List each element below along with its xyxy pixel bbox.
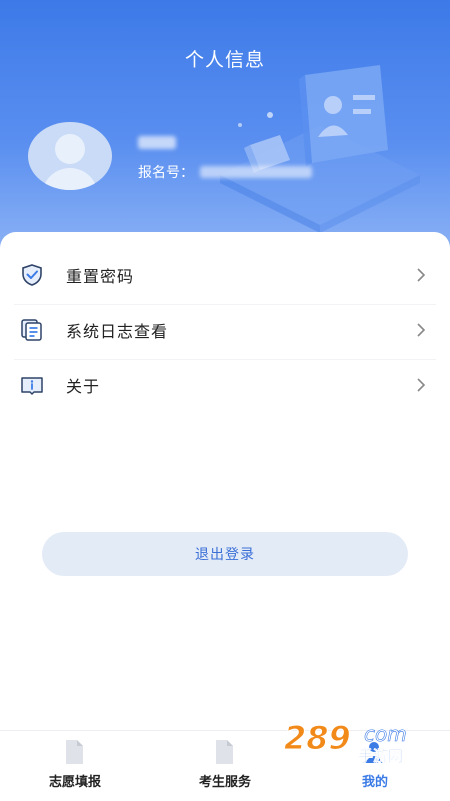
site-watermark-logo: 289 com 手游网 bbox=[284, 719, 408, 766]
document-list-icon bbox=[21, 319, 42, 341]
logout-button[interactable]: 退出登录 bbox=[42, 532, 408, 576]
menu-item-label: 关于 bbox=[66, 377, 101, 396]
id-card-illustration bbox=[220, 65, 420, 233]
document-icon bbox=[216, 740, 233, 764]
shield-check-icon bbox=[22, 264, 42, 286]
registration-number-label: 报名号： bbox=[138, 165, 194, 181]
tab-candidate-services[interactable]: 考生服务 bbox=[150, 731, 300, 801]
menu-item-system-log[interactable]: 系统日志查看 bbox=[0, 304, 450, 356]
tab-label: 我的 bbox=[361, 775, 388, 790]
watermark-sub: 手游网 bbox=[358, 747, 403, 765]
avatar[interactable] bbox=[28, 122, 112, 190]
registration-number-row: 报名号： bbox=[138, 162, 312, 182]
chevron-right-icon bbox=[417, 323, 426, 337]
menu-item-reset-password[interactable]: 重置密码 bbox=[0, 249, 450, 301]
menu-item-label: 重置密码 bbox=[66, 267, 135, 286]
user-name-redacted bbox=[138, 136, 176, 149]
registration-number-redacted bbox=[200, 166, 312, 178]
tab-label: 考生服务 bbox=[198, 775, 251, 790]
profile-header: 个人信息 报名号： bbox=[0, 0, 450, 260]
chevron-right-icon bbox=[417, 268, 426, 282]
tab-volunteer-application[interactable]: 志愿填报 bbox=[0, 731, 150, 801]
tab-label: 志愿填报 bbox=[48, 775, 101, 790]
document-icon bbox=[66, 740, 83, 764]
info-book-icon bbox=[21, 377, 43, 395]
watermark-suffix: com bbox=[364, 722, 407, 746]
menu-item-about[interactable]: 关于 bbox=[0, 359, 450, 411]
chevron-right-icon bbox=[417, 378, 426, 392]
menu-item-label: 系统日志查看 bbox=[66, 322, 169, 341]
watermark-brand: 289 bbox=[284, 719, 351, 757]
